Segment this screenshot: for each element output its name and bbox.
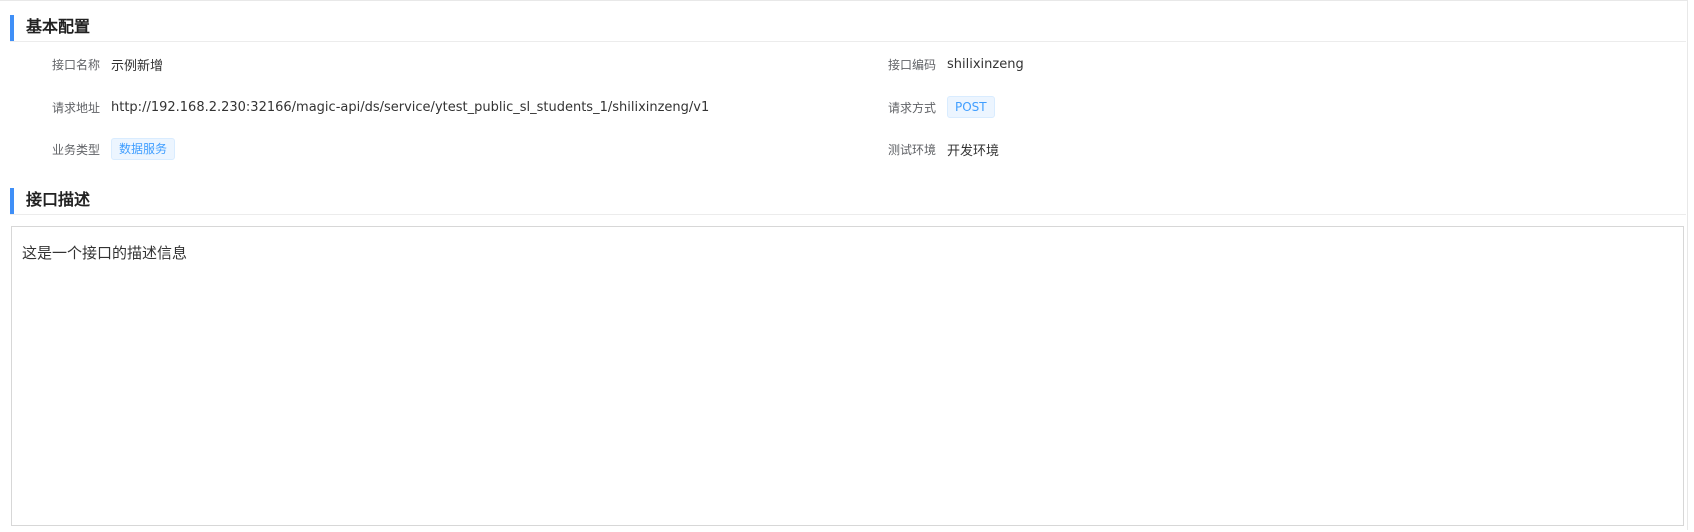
section-title-basic: 基本配置 [26,17,91,36]
field-label-request-method: 请求方式 [887,100,936,115]
section-accent-bar [10,15,14,41]
field-label-request-url: 请求地址 [51,100,100,115]
field-request-method: 请求方式 POST [874,95,995,119]
business-type-tag: 数据服务 [111,138,176,160]
field-value-request-url: http://192.168.2.230:32166/magic-api/ds/… [111,99,710,115]
field-interface-code: 接口编码 shilixinzeng [874,52,1024,76]
field-label-interface-name: 接口名称 [51,57,100,72]
section-accent-bar [10,188,14,214]
section-title-description: 接口描述 [26,190,91,209]
description-text: 这是一个接口的描述信息 [22,244,188,262]
field-value-interface-name: 示例新增 [111,58,164,74]
field-label-interface-code: 接口编码 [887,57,936,72]
description-box: 这是一个接口的描述信息 [11,226,1684,526]
method-tag: POST [947,96,995,118]
field-business-type: 业务类型 数据服务 [38,137,176,161]
field-value-interface-code: shilixinzeng [947,56,1024,72]
field-value-test-env: 开发环境 [947,143,1000,159]
field-test-env: 测试环境 开发环境 [874,137,999,161]
section-header-basic: 基本配置 [10,0,1686,42]
field-request-url: 请求地址 http://192.168.2.230:32166/magic-ap… [38,95,709,119]
field-label-business-type: 业务类型 [51,142,100,157]
field-interface-name: 接口名称 示例新增 [38,52,163,76]
section-header-description: 接口描述 [10,173,1686,215]
field-label-test-env: 测试环境 [887,142,936,157]
